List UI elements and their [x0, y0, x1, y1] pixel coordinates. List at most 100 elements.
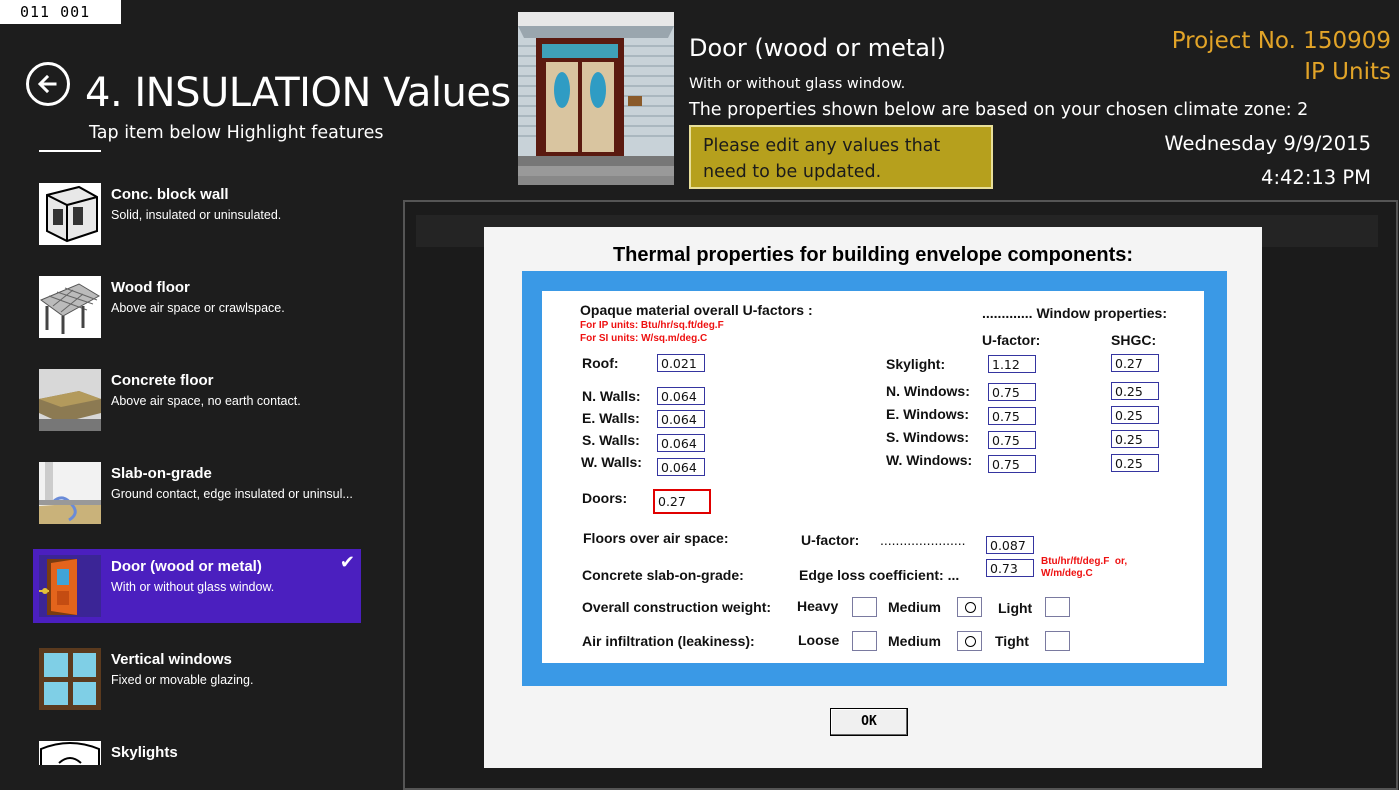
checkmark-icon: ✔ [339, 552, 355, 572]
s-walls-label: S. Walls: [582, 432, 640, 448]
si-units-note: For SI units: W/sq.m/deg.C [580, 333, 708, 344]
n-walls-u-input[interactable]: 0.064 [657, 387, 705, 405]
concrete-block-icon [39, 183, 101, 245]
units-label: IP Units [1304, 59, 1391, 85]
n-windows-label: N. Windows: [886, 383, 970, 399]
weight-light-label: Light [998, 600, 1033, 616]
sidebar-item-desc: Solid, insulated or uninsulated. [111, 208, 282, 222]
sidebar-item-door[interactable]: Door (wood or metal) With or without gla… [33, 549, 361, 623]
climate-zone-text: The properties shown below are based on … [689, 100, 1309, 120]
dialog-title: Thermal properties for building envelope… [612, 244, 1134, 266]
subtitle-underline [39, 150, 101, 152]
sidebar-item-title: Slab-on-grade [111, 465, 212, 482]
s-windows-shgc-input[interactable]: 0.25 [1111, 430, 1159, 448]
sidebar-item-desc: With or without glass window. [111, 580, 275, 594]
sidebar-item-skylights[interactable]: Skylights [33, 735, 361, 765]
window-icon [39, 648, 101, 710]
ok-button[interactable]: OK [830, 708, 908, 736]
w-walls-label: W. Walls: [581, 454, 642, 470]
w-windows-shgc-input[interactable]: 0.25 [1111, 454, 1159, 472]
selected-item-title: Door (wood or metal) [689, 34, 947, 62]
edit-notice: Please edit any values that need to be u… [689, 125, 993, 189]
sidebar-item-concrete-floor[interactable]: Concrete floor Above air space, no earth… [33, 363, 361, 437]
s-walls-u-input[interactable]: 0.064 [657, 434, 705, 452]
sidebar-item-title: Concrete floor [111, 372, 214, 389]
slab-label: Concrete slab-on-grade: [582, 567, 744, 583]
s-windows-label: S. Windows: [886, 429, 970, 445]
doors-label: Doors: [582, 490, 628, 506]
e-windows-shgc-input[interactable]: 0.25 [1111, 406, 1159, 424]
infiltration-tight-radio[interactable] [1045, 631, 1070, 651]
date-label: Wednesday 9/9/2015 [1164, 132, 1371, 155]
infiltration-loose-label: Loose [798, 632, 840, 648]
slab-edge-input[interactable]: 0.73 [986, 559, 1034, 577]
doors-u-input[interactable]: 0.27 [653, 489, 711, 514]
page-title: 4. INSULATION Values [85, 70, 511, 116]
e-walls-label: E. Walls: [582, 410, 640, 426]
thermal-properties-dialog: Thermal properties for building envelope… [484, 227, 1262, 768]
infiltration-loose-radio[interactable] [852, 631, 877, 651]
sidebar-item-desc: Above air space, no earth contact. [111, 394, 301, 408]
back-button[interactable] [26, 62, 70, 106]
shgc-header: SHGC: [1111, 332, 1157, 348]
dialog-border: Opaque material overall U-factors : For … [522, 271, 1227, 686]
infiltration-label: Air infiltration (leakiness): [582, 633, 755, 649]
w-windows-label: W. Windows: [886, 452, 973, 468]
floors-u-input[interactable]: 0.087 [986, 536, 1034, 554]
back-arrow-icon [37, 74, 57, 94]
project-number: Project No. 150909 [1171, 28, 1391, 54]
floors-label: Floors over air space: [583, 530, 729, 546]
w-walls-u-input[interactable]: 0.064 [657, 458, 705, 476]
wood-floor-icon [39, 276, 101, 338]
e-windows-u-input[interactable]: 0.75 [988, 407, 1036, 425]
sidebar-item-title: Vertical windows [111, 651, 232, 668]
skylight-shgc-input[interactable]: 0.27 [1111, 354, 1159, 372]
page-subtitle: Tap item below Highlight features [89, 123, 384, 143]
sidebar-item-wood-floor[interactable]: Wood floor Above air space or crawlspace… [33, 270, 361, 344]
opaque-heading: Opaque material overall U-factors : [580, 302, 813, 318]
e-windows-label: E. Windows: [886, 406, 970, 422]
slab-units-note: Btu/hr/ft/deg.F or, W/m/deg.C [1041, 556, 1128, 579]
w-windows-u-input[interactable]: 0.75 [988, 455, 1036, 473]
door-illustration [518, 12, 674, 185]
e-walls-u-input[interactable]: 0.064 [657, 410, 705, 428]
roof-label: Roof: [582, 355, 619, 371]
sidebar-item-vertical-windows[interactable]: Vertical windows Fixed or movable glazin… [33, 642, 361, 716]
weight-medium-label: Medium [888, 599, 941, 615]
sidebar-item-conc-block-wall[interactable]: Conc. block wall Solid, insulated or uni… [33, 177, 361, 251]
weight-medium-radio[interactable] [957, 597, 982, 617]
door-icon [39, 555, 101, 617]
slab-icon [39, 462, 101, 524]
version-label: 011 001 [0, 0, 121, 24]
window-heading: ............. Window properties: [982, 305, 1167, 321]
sidebar-item-desc: Fixed or movable glazing. [111, 673, 254, 687]
ip-units-note: For IP units: Btu/hr/sq.ft/deg.F [580, 320, 724, 331]
concrete-floor-icon [39, 369, 101, 431]
roof-u-input[interactable]: 0.021 [657, 354, 705, 372]
form-panel: Opaque material overall U-factors : For … [542, 291, 1204, 663]
infiltration-medium-radio[interactable] [957, 631, 982, 651]
weight-heavy-label: Heavy [797, 598, 839, 614]
n-windows-shgc-input[interactable]: 0.25 [1111, 382, 1159, 400]
s-windows-u-input[interactable]: 0.75 [988, 431, 1036, 449]
slab-edge-label: Edge loss coefficient: ... [799, 567, 960, 583]
sidebar-item-title: Skylights [111, 744, 178, 761]
sidebar-item-title: Conc. block wall [111, 186, 229, 203]
sidebar-item-desc: Above air space or crawlspace. [111, 301, 285, 315]
floors-u-label: U-factor: [801, 532, 860, 548]
infiltration-medium-label: Medium [888, 633, 941, 649]
weight-heavy-radio[interactable] [852, 597, 877, 617]
sidebar-item-slab-on-grade[interactable]: Slab-on-grade Ground contact, edge insul… [33, 456, 361, 530]
skylight-u-input[interactable]: 1.12 [988, 355, 1036, 373]
radio-selected-icon [965, 636, 976, 647]
n-walls-label: N. Walls: [582, 388, 641, 404]
floors-dots: ...................... [880, 532, 966, 548]
sidebar-item-title: Door (wood or metal) [111, 558, 262, 575]
weight-light-radio[interactable] [1045, 597, 1070, 617]
skylight-label: Skylight: [886, 356, 946, 372]
sidebar-item-title: Wood floor [111, 279, 190, 296]
u-factor-header: U-factor: [982, 332, 1041, 348]
time-label: 4:42:13 PM [1261, 166, 1371, 189]
n-windows-u-input[interactable]: 0.75 [988, 383, 1036, 401]
skylight-icon [39, 741, 101, 765]
